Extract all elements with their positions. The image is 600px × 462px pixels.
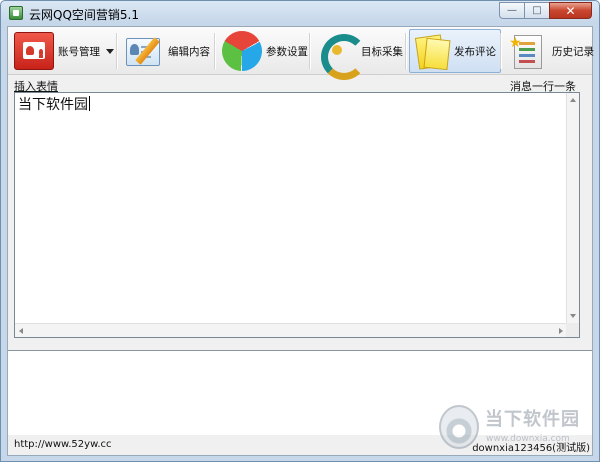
target-collect-button[interactable]: 目标采集: [313, 29, 407, 80]
edit-content-icon: [124, 32, 164, 70]
minimize-button[interactable]: —: [499, 2, 524, 19]
client-area: 账号管理 编辑内容 参数设置 目标采集 发布评论 ★ 历史记录 插入表情 消息一…: [7, 23, 594, 456]
history-label: 历史记录: [552, 45, 594, 58]
toolbar-separator: [500, 33, 501, 69]
sticky-notes-icon: [414, 32, 450, 70]
minimize-icon: —: [507, 5, 517, 16]
refresh-target-icon: [317, 31, 367, 80]
history-list-icon: ★: [508, 32, 548, 70]
post-comment-label: 发布评论: [454, 45, 496, 58]
scrollbar-corner: [566, 323, 579, 337]
message-editor[interactable]: 当下软件园: [14, 92, 580, 338]
scroll-up-arrow-icon[interactable]: [570, 98, 576, 102]
close-icon: ✕: [565, 3, 576, 18]
scroll-down-arrow-icon[interactable]: [570, 314, 576, 318]
status-website: http://www.52yw.cc: [14, 439, 112, 450]
edit-content-label: 编辑内容: [168, 45, 210, 58]
chevron-down-icon[interactable]: [106, 48, 114, 54]
toolbar: 账号管理 编辑内容 参数设置 目标采集 发布评论 ★ 历史记录: [8, 23, 594, 80]
watermark-logo-icon: [439, 405, 479, 449]
account-manage-button[interactable]: 账号管理: [10, 29, 118, 73]
vertical-scrollbar[interactable]: [566, 93, 579, 323]
maximize-icon: □: [532, 5, 542, 16]
target-collect-label: 目标采集: [361, 45, 403, 58]
scroll-left-arrow-icon[interactable]: [19, 328, 23, 334]
parameter-settings-label: 参数设置: [266, 45, 308, 58]
app-window: 云网QQ空间营销5.1 — □ ✕ 账号管理 编辑内容 参数设置 目标采集 发布…: [0, 0, 600, 462]
window-title: 云网QQ空间营销5.1: [29, 8, 139, 22]
window-controls: — □ ✕: [499, 2, 592, 19]
pie-chart-icon: [214, 23, 270, 79]
toolbar-separator: [116, 33, 117, 69]
text-caret: [89, 96, 90, 111]
toolbar-separator: [214, 33, 215, 69]
editor-content[interactable]: 当下软件园: [18, 94, 90, 114]
history-button[interactable]: ★ 历史记录: [504, 29, 598, 73]
account-card-icon: [14, 32, 54, 70]
account-manage-label: 账号管理: [58, 45, 100, 58]
watermark: 当下软件园 www.downxia.com: [439, 403, 591, 453]
edit-content-button[interactable]: 编辑内容: [120, 29, 214, 73]
app-icon: [9, 6, 23, 20]
watermark-title: 当下软件园: [485, 409, 580, 430]
scroll-right-arrow-icon[interactable]: [559, 328, 563, 334]
maximize-button[interactable]: □: [524, 2, 549, 19]
watermark-url: www.downxia.com: [486, 434, 570, 444]
close-button[interactable]: ✕: [549, 2, 592, 19]
title-bar[interactable]: 云网QQ空间营销5.1 — □ ✕: [1, 1, 599, 25]
toolbar-separator: [405, 33, 406, 69]
horizontal-scrollbar[interactable]: [15, 323, 567, 337]
toolbar-separator: [309, 33, 310, 69]
parameter-settings-button[interactable]: 参数设置: [214, 23, 312, 79]
post-comment-button[interactable]: 发布评论: [409, 29, 501, 73]
